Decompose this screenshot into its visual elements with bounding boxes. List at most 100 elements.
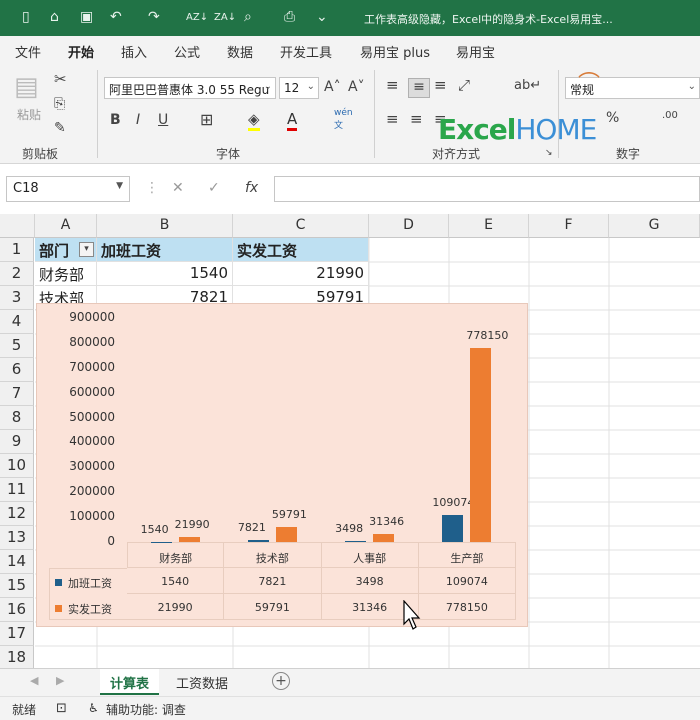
row-header[interactable]: 12 xyxy=(0,502,34,526)
align-center-icon[interactable]: ≡ xyxy=(410,110,423,128)
underline-button[interactable]: U xyxy=(158,112,168,128)
tab-yiyongbao[interactable]: 易用宝 xyxy=(456,42,495,61)
tab-formulas[interactable]: 公式 xyxy=(174,42,200,61)
increase-decimal-icon[interactable]: .00 xyxy=(662,110,678,121)
table-cell[interactable]: 1540 xyxy=(97,262,233,286)
table-header-cell[interactable]: 加班工资 xyxy=(97,238,233,262)
bold-button[interactable]: B xyxy=(110,112,121,128)
row-header[interactable]: 10 xyxy=(0,454,34,478)
row-header[interactable]: 5 xyxy=(0,334,34,358)
chart-bar[interactable] xyxy=(178,536,200,542)
cancel-button[interactable]: ✕ xyxy=(172,180,184,196)
chart-bar[interactable] xyxy=(150,541,172,543)
open-icon[interactable]: ⌂ xyxy=(50,9,59,25)
row-header[interactable]: 18 xyxy=(0,646,34,670)
align-middle-icon[interactable]: ≡ xyxy=(408,78,430,98)
row-header[interactable]: 4 xyxy=(0,310,34,334)
sheet-tab-calc[interactable]: 计算表 xyxy=(100,669,160,695)
column-header-c[interactable]: C xyxy=(233,214,369,238)
accessibility-icon[interactable]: ♿ xyxy=(88,701,99,715)
dialog-launcher-icon[interactable]: ↘ xyxy=(545,148,553,158)
row-header[interactable]: 1 xyxy=(0,238,34,262)
percent-icon[interactable]: % xyxy=(606,110,619,126)
tab-developer[interactable]: 开发工具 xyxy=(280,42,332,61)
font-color-icon[interactable]: A xyxy=(287,110,298,131)
save-icon[interactable]: ▣ xyxy=(80,9,93,25)
redo-icon[interactable]: ↷ xyxy=(148,9,160,25)
sort-descending-icon[interactable]: ZA↓ xyxy=(214,12,236,23)
column-chart[interactable]: 财务部 技术部 人事部 生产部 1540 7821 3498 109074 21990 59791… xyxy=(36,303,528,627)
orientation-icon[interactable]: ⤢ xyxy=(458,76,470,94)
macro-record-icon[interactable]: ⊡ xyxy=(56,701,67,716)
add-sheet-button[interactable]: + xyxy=(272,672,290,690)
tab-home[interactable]: 开始 xyxy=(68,42,95,68)
font-name-select[interactable]: 阿里巴巴普惠体 3.0 55 Regu ⌄ xyxy=(104,77,276,99)
accessibility-status[interactable]: 辅助功能: 调查 xyxy=(106,701,186,718)
chart-bar[interactable] xyxy=(470,348,492,542)
row-header[interactable]: 8 xyxy=(0,406,34,430)
sheet-tab-salary-data[interactable]: 工资数据 xyxy=(166,669,238,695)
tab-insert[interactable]: 插入 xyxy=(121,42,147,61)
formula-input[interactable] xyxy=(274,176,700,202)
font-size-select[interactable]: 12 ⌄ xyxy=(279,77,319,99)
table-header-cell[interactable]: 实发工资 xyxy=(233,238,369,262)
new-file-icon[interactable]: ▯ xyxy=(22,9,30,25)
wrap-text-icon[interactable]: ab↵ xyxy=(514,78,541,93)
tab-data[interactable]: 数据 xyxy=(227,42,253,61)
column-header-g[interactable]: G xyxy=(609,214,700,238)
scroll-left-icon[interactable]: ◀ xyxy=(30,674,38,687)
borders-icon[interactable]: ⊞ xyxy=(200,110,213,129)
row-header[interactable]: 14 xyxy=(0,550,34,574)
row-header[interactable]: 17 xyxy=(0,622,34,646)
table-cell[interactable]: 财务部 xyxy=(35,262,97,286)
chart-bar[interactable] xyxy=(247,540,269,542)
find-icon[interactable]: ⌕ xyxy=(244,9,252,25)
cut-icon[interactable]: ✂ xyxy=(54,70,67,88)
chart-bar[interactable] xyxy=(345,541,367,543)
data-table-category: 生产部 xyxy=(418,542,516,568)
column-header-b[interactable]: B xyxy=(97,214,233,238)
increase-font-icon[interactable]: A˄ xyxy=(324,79,341,95)
row-header[interactable]: 15 xyxy=(0,574,34,598)
row-header[interactable]: 2 xyxy=(0,262,34,286)
print-preview-icon[interactable]: ⎙ xyxy=(284,9,295,25)
undo-icon[interactable]: ↶ xyxy=(110,9,122,25)
customize-quick-access-icon[interactable]: ⌄ xyxy=(316,9,328,25)
italic-button[interactable]: I xyxy=(136,112,140,128)
copy-icon[interactable]: ⎘ xyxy=(54,96,65,112)
column-header-d[interactable]: D xyxy=(369,214,449,238)
column-header-f[interactable]: F xyxy=(529,214,609,238)
row-header[interactable]: 11 xyxy=(0,478,34,502)
filter-dropdown-icon[interactable]: ▾ xyxy=(79,242,94,257)
enter-button[interactable]: ✓ xyxy=(208,180,220,196)
column-header-e[interactable]: E xyxy=(449,214,529,238)
tab-yiyongbao-plus[interactable]: 易用宝 plus xyxy=(360,42,430,61)
row-header[interactable]: 16 xyxy=(0,598,34,622)
column-header-a[interactable]: A xyxy=(35,214,97,238)
align-top-icon[interactable]: ≡ xyxy=(386,76,399,94)
decrease-font-icon[interactable]: A˅ xyxy=(348,79,365,95)
scroll-right-icon[interactable]: ▶ xyxy=(56,674,64,687)
row-header[interactable]: 6 xyxy=(0,358,34,382)
phonetic-icon[interactable]: wén 文 xyxy=(334,108,353,131)
table-cell[interactable]: 21990 xyxy=(233,262,369,286)
insert-function-button[interactable]: fx xyxy=(245,180,258,196)
chart-bar[interactable] xyxy=(275,527,297,542)
name-box[interactable]: C18 ▼ xyxy=(6,176,130,202)
row-header[interactable]: 3 xyxy=(0,286,34,310)
row-header[interactable]: 13 xyxy=(0,526,34,550)
row-header[interactable]: 9 xyxy=(0,430,34,454)
paste-button[interactable]: 粘贴 xyxy=(17,106,41,123)
sort-ascending-icon[interactable]: AZ↓ xyxy=(186,12,208,23)
chart-bar[interactable] xyxy=(442,514,464,542)
paste-icon[interactable]: ▤ xyxy=(14,72,39,102)
tab-file[interactable]: 文件 xyxy=(15,42,41,61)
fill-color-icon[interactable]: ◈ xyxy=(248,110,260,131)
select-all-corner[interactable] xyxy=(0,214,35,238)
chart-bar[interactable] xyxy=(373,534,395,542)
table-header-cell[interactable]: 部门 ▾ xyxy=(35,238,97,262)
align-left-icon[interactable]: ≡ xyxy=(386,110,399,128)
format-painter-icon[interactable]: ✎ xyxy=(54,120,66,136)
row-header[interactable]: 7 xyxy=(0,382,34,406)
align-bottom-icon[interactable]: ≡ xyxy=(434,76,447,94)
